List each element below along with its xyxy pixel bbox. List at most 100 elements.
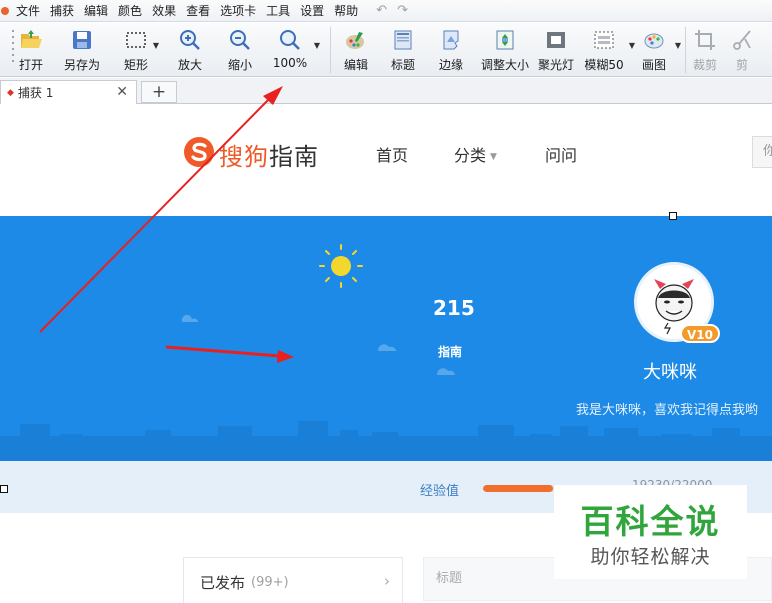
chevron-down-icon[interactable]: ▼ bbox=[675, 41, 681, 50]
caret-down-icon: ▼ bbox=[490, 152, 497, 162]
experience-progress-fill bbox=[483, 485, 554, 492]
app-icon bbox=[1, 6, 9, 15]
close-icon[interactable]: ✕ bbox=[116, 84, 128, 100]
chevron-down-icon[interactable]: ▼ bbox=[153, 41, 159, 50]
sun-icon bbox=[319, 244, 363, 288]
menu-effects[interactable]: 效果 bbox=[147, 0, 181, 22]
watermark-subtitle: 助你轻松解决 bbox=[590, 546, 711, 568]
logo-suffix: 指南 bbox=[269, 143, 319, 171]
resize-handle[interactable] bbox=[669, 212, 677, 220]
blur-icon bbox=[594, 31, 614, 49]
nav-category-label: 分类 bbox=[454, 146, 487, 165]
blur-button[interactable]: 模糊50 ▼ bbox=[583, 23, 635, 75]
plus-icon: + bbox=[151, 82, 167, 102]
menu-color[interactable]: 颜色 bbox=[113, 0, 147, 22]
watermark-title: 百科全说 bbox=[580, 502, 721, 541]
rectangle-select-button[interactable]: 矩形 ▼ bbox=[120, 23, 159, 75]
save-as-button[interactable]: 另存为 bbox=[58, 23, 106, 75]
menu-tabs[interactable]: 选项卡 bbox=[215, 0, 261, 22]
guides-count: 215 bbox=[433, 296, 475, 320]
menu-view[interactable]: 查看 bbox=[181, 0, 215, 22]
nav-wenwen[interactable]: 问问 bbox=[545, 142, 577, 166]
rectangle-label: 矩形 bbox=[123, 58, 148, 72]
published-label: 已发布 bbox=[200, 573, 246, 592]
published-tab[interactable]: 已发布 (99+) › bbox=[183, 557, 403, 603]
nav-wenwen-label: 问问 bbox=[545, 146, 578, 165]
edge-button[interactable]: 边缘 bbox=[435, 23, 467, 75]
caption-label: 标题 bbox=[390, 58, 415, 72]
resize-label: 调整大小 bbox=[480, 58, 529, 72]
resize-handle[interactable] bbox=[0, 485, 8, 493]
menu-bar: 文件 捕获 编辑 颜色 效果 查看 选项卡 工具 设置 帮助 ↶ ↷ bbox=[0, 0, 772, 22]
cut-button[interactable]: 剪 bbox=[730, 23, 754, 75]
site-logo-text[interactable]: 搜狗指南 bbox=[219, 137, 319, 172]
menu-capture[interactable]: 捕获 bbox=[45, 0, 79, 22]
toolbar: 打开 另存为 矩形 ▼ 放大 缩小 100% ▼ 编辑 标题 边缘 调整大小 聚… bbox=[0, 23, 772, 77]
undo-icon[interactable]: ↶ bbox=[373, 3, 390, 18]
spotlight-button[interactable]: 聚光灯 bbox=[537, 23, 575, 75]
spotlight-icon bbox=[547, 32, 565, 48]
crop-icon bbox=[695, 30, 715, 50]
edit-label: 编辑 bbox=[343, 58, 368, 72]
menu-settings[interactable]: 设置 bbox=[295, 0, 329, 22]
experience-label: 经验值 bbox=[420, 484, 460, 499]
chevron-down-icon[interactable]: ▼ bbox=[314, 41, 320, 50]
level-badge: V10 bbox=[680, 324, 720, 343]
crop-button[interactable]: 裁剪 bbox=[690, 23, 720, 75]
tab-strip: ◆ 捕获 1 ✕ + bbox=[0, 78, 772, 104]
nav-category[interactable]: 分类 ▼ bbox=[454, 142, 497, 166]
rectangle-select-icon bbox=[126, 32, 146, 48]
zoom-out-button[interactable]: 缩小 bbox=[224, 23, 256, 75]
zoom-out-label: 缩小 bbox=[227, 58, 252, 72]
new-tab-button[interactable]: + bbox=[141, 81, 177, 103]
zoom-level-label: 100% bbox=[272, 56, 308, 70]
menu-edit[interactable]: 编辑 bbox=[79, 0, 113, 22]
tab-label: 捕获 1 bbox=[17, 86, 54, 100]
chevron-down-icon[interactable]: ▼ bbox=[629, 41, 635, 50]
palette-icon bbox=[346, 32, 364, 49]
menu-help[interactable]: 帮助 bbox=[329, 0, 363, 22]
watermark: 百科全说 助你轻松解决 bbox=[554, 485, 747, 579]
crop-label: 裁剪 bbox=[692, 58, 717, 72]
resize-icon bbox=[496, 30, 514, 50]
open-button[interactable]: 打开 bbox=[14, 23, 48, 75]
caption-button[interactable]: 标题 bbox=[387, 23, 419, 75]
search-input[interactable]: 你 bbox=[752, 136, 772, 168]
resize-button[interactable]: 调整大小 bbox=[479, 23, 531, 75]
draw-button[interactable]: 画图 ▼ bbox=[639, 23, 681, 75]
logo-prefix: 搜狗 bbox=[219, 143, 269, 171]
edge-label: 边缘 bbox=[438, 58, 463, 72]
published-count: (99+) bbox=[251, 574, 289, 590]
redo-icon[interactable]: ↷ bbox=[394, 3, 411, 18]
toolbar-divider bbox=[330, 27, 331, 73]
toolbar-divider bbox=[685, 27, 686, 73]
nav-home[interactable]: 首页 bbox=[376, 142, 408, 166]
guides-label[interactable]: 指南 bbox=[438, 343, 462, 360]
cut-label: 剪 bbox=[735, 58, 748, 72]
save-icon bbox=[73, 31, 91, 49]
username[interactable]: 大咪咪 bbox=[643, 358, 697, 384]
edit-button[interactable]: 编辑 bbox=[341, 23, 371, 75]
edge-icon bbox=[443, 30, 459, 50]
zoom-level-button[interactable]: 100% ▼ bbox=[270, 23, 320, 75]
banner-decoration bbox=[0, 244, 772, 461]
draw-label: 画图 bbox=[641, 58, 666, 72]
open-label: 打开 bbox=[18, 58, 43, 72]
folder-open-icon bbox=[21, 30, 42, 48]
tab-capture-1[interactable]: ◆ 捕获 1 ✕ bbox=[0, 80, 137, 104]
zoom-in-button[interactable]: 放大 bbox=[174, 23, 206, 75]
nav-home-label: 首页 bbox=[376, 146, 409, 165]
chevron-right-icon: › bbox=[384, 572, 390, 590]
menu-file[interactable]: 文件 bbox=[11, 0, 45, 22]
profile-banner: 215 指南 V10 大咪咪 我是大咪咪，喜欢我记得点我哟 bbox=[0, 216, 772, 461]
site-header: 搜狗指南 首页 分类 ▼ 问问 你 bbox=[0, 105, 772, 216]
blur-label: 模糊50 bbox=[584, 58, 624, 72]
diamond-icon: ◆ bbox=[7, 87, 14, 98]
spotlight-label: 聚光灯 bbox=[537, 58, 574, 72]
save-as-label: 另存为 bbox=[63, 58, 100, 72]
user-bio: 我是大咪咪，喜欢我记得点我哟 bbox=[576, 403, 759, 418]
menu-tools[interactable]: 工具 bbox=[261, 0, 295, 22]
zoom-in-icon bbox=[180, 30, 200, 50]
sogou-logo-icon bbox=[184, 137, 214, 167]
zoom-out-icon bbox=[230, 30, 250, 50]
